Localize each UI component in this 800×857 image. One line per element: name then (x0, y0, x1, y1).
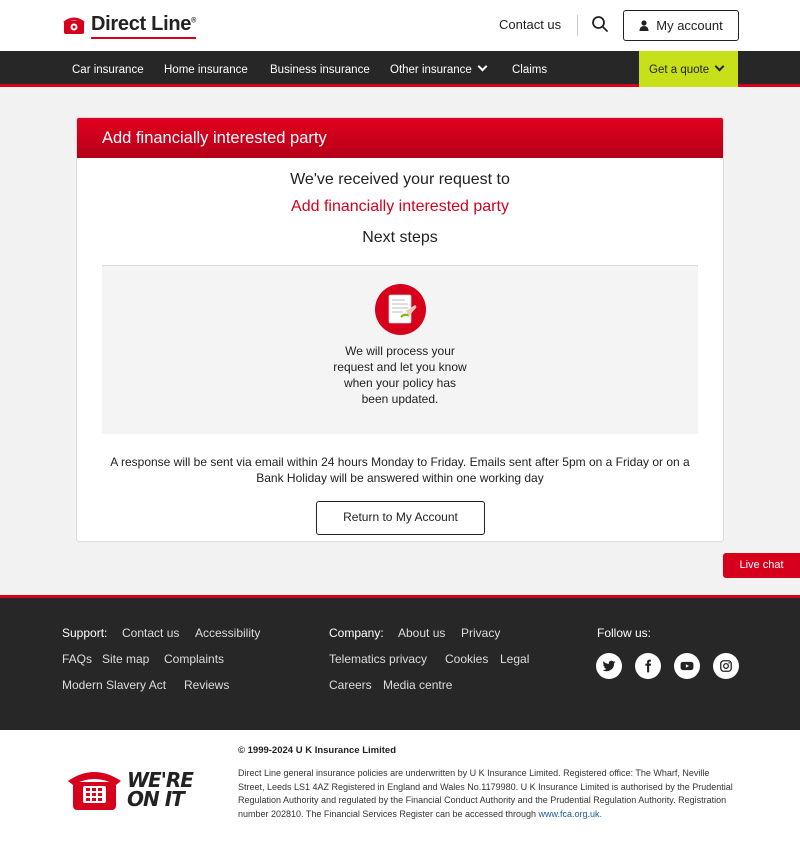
next-step-panel: We will process your request and let you… (102, 265, 698, 434)
contact-us-link[interactable]: Contact us (499, 17, 561, 32)
nav-claims[interactable]: Claims (512, 51, 547, 87)
my-account-button[interactable]: My account (623, 10, 739, 41)
live-chat-button[interactable]: Live chat (723, 553, 800, 578)
footer-accessibility-link[interactable]: Accessibility (195, 626, 260, 640)
follow-us-label: Follow us: (597, 626, 652, 640)
chevron-down-icon (477, 61, 488, 72)
request-name: Add financially interested party (291, 198, 509, 215)
support-label: Support: (62, 626, 108, 640)
footer-legal-link[interactable]: Legal (500, 652, 529, 666)
footer-reviews-link[interactable]: Reviews (184, 678, 229, 692)
next-step-text: We will process your request and let you… (333, 344, 467, 406)
main-nav: Car insurance Home insurance Business in… (0, 51, 800, 87)
nav-car-insurance[interactable]: Car insurance (72, 51, 144, 87)
nav-business-insurance[interactable]: Business insurance (270, 51, 370, 87)
footer-site-map-link[interactable]: Site map (102, 652, 149, 666)
legal-disclaimer-text: Direct Line general insurance policies a… (238, 768, 733, 819)
footer-faqs-link[interactable]: FAQs (62, 652, 92, 666)
footer-modern-slavery-link[interactable]: Modern Slavery Act (62, 678, 166, 692)
document-signing-icon (375, 284, 426, 335)
response-info-text: A response will be sent via email within… (110, 455, 690, 485)
next-steps-heading: Next steps (362, 229, 438, 246)
get-a-quote-label: Get a quote (649, 64, 710, 76)
footer-complaints-link[interactable]: Complaints (164, 652, 224, 666)
instagram-icon[interactable] (713, 653, 739, 679)
return-to-account-button[interactable]: Return to My Account (316, 501, 485, 535)
confirmation-card: Add financially interested party We've r… (76, 117, 724, 542)
my-account-label: My account (656, 18, 723, 33)
footer-telematics-privacy-link[interactable]: Telematics privacy (329, 652, 427, 666)
youtube-icon[interactable] (674, 653, 700, 679)
footer-about-us-link[interactable]: About us (398, 626, 445, 640)
get-a-quote-button[interactable]: Get a quote (639, 51, 738, 87)
copyright-text: © 1999-2024 U K Insurance Limited (238, 745, 397, 756)
red-phone-mascot-icon (68, 772, 121, 810)
footer-careers-link[interactable]: Careers (329, 678, 372, 692)
received-message: We've received your request to (290, 171, 510, 188)
company-label: Company: (329, 626, 384, 640)
were-on-it-logo: WE'RE ON IT (66, 767, 212, 812)
red-phone-logo-icon (63, 17, 85, 34)
brand-name: Direct Line® (91, 13, 196, 39)
facebook-icon[interactable] (635, 653, 661, 679)
footer-contact-us-link[interactable]: Contact us (122, 626, 179, 640)
twitter-icon[interactable] (596, 653, 622, 679)
fca-link[interactable]: www.fca.org.uk. (539, 809, 603, 819)
nav-home-insurance[interactable]: Home insurance (164, 51, 248, 87)
user-icon (639, 20, 649, 31)
chevron-down-icon (714, 61, 725, 72)
nav-other-insurance-label: Other insurance (390, 64, 472, 76)
footer-privacy-link[interactable]: Privacy (461, 626, 500, 640)
footer-cookies-link[interactable]: Cookies (445, 652, 488, 666)
footer-media-centre-link[interactable]: Media centre (383, 678, 452, 692)
nav-other-insurance[interactable]: Other insurance (390, 51, 488, 87)
header-divider (577, 15, 578, 36)
legal-disclaimer: Direct Line general insurance policies a… (238, 767, 738, 821)
card-title: Add financially interested party (77, 118, 723, 158)
slogan-text: WE'RE ON IT (127, 767, 194, 811)
search-icon[interactable] (591, 15, 609, 33)
direct-line-logo[interactable]: Direct Line® (62, 13, 196, 39)
site-header: Direct Line® Contact us My account (0, 0, 800, 51)
